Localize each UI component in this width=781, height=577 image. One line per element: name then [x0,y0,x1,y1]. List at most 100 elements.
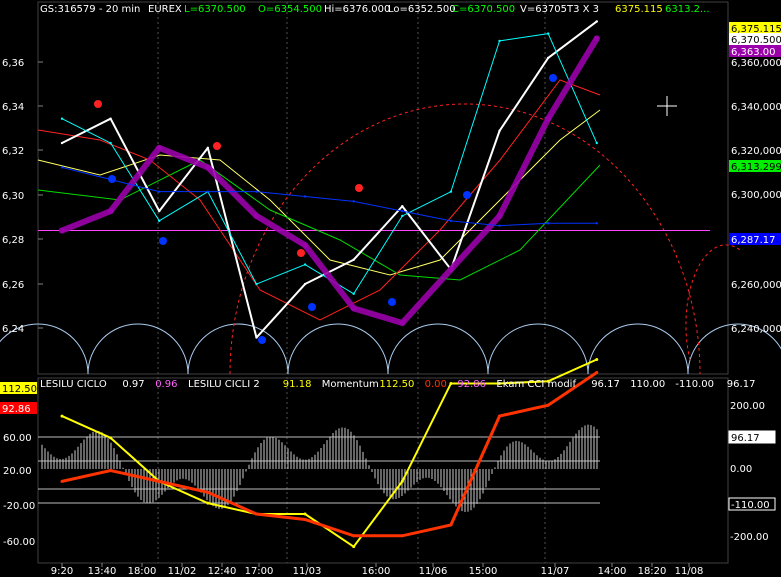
indicator-label: 0.96 [155,379,177,390]
indicator-point-1 [206,490,210,494]
series-point-0 [546,56,550,60]
price-marker: 6,287.17 [731,235,776,246]
x-axis-label: 12:40 [208,566,237,577]
series-point-3 [158,190,161,193]
indicator-label: 112.50 [379,379,414,390]
series-point-3 [60,166,64,169]
indicator-point-0 [595,358,599,361]
pivot-dot [94,100,102,108]
series-point-3 [352,200,355,203]
pivot-dot [159,237,167,245]
x-axis-label: 9:20 [51,566,73,577]
price-series [59,20,600,344]
series-point-0 [595,20,598,23]
indicator-point-1 [254,512,258,516]
price-right-tick: 6,340,000 [731,102,781,113]
series-point-2 [59,227,65,234]
pivot-dot [355,184,363,192]
pivot-dot [388,298,396,306]
indicator-point-1 [498,414,502,418]
header-high: Hi=6376.000 [324,4,390,15]
indicator-label: 96.17 [591,379,620,390]
indicator-label: -110.00 [675,379,714,390]
indicator-label: 91.18 [283,379,312,390]
header-study: T3 X 3 [566,4,599,15]
series-point-1 [449,190,453,193]
indicator-left-tick: 20.00 [3,466,32,477]
indicator-label: LESILU CICLI 2 [188,379,260,390]
series-point-1 [352,292,355,295]
series-point-0 [158,209,161,213]
chart-canvas[interactable]: 6,366,346,326,306,286,266,246,360,0006,3… [0,0,781,577]
series-point-1 [255,282,258,286]
series-point-2 [253,212,260,219]
cycle-arc [287,323,389,375]
series-point-3 [303,195,307,198]
indicator-point-1 [400,534,404,538]
header-close: C=6370.500 [452,4,515,15]
x-axis-label: 14:00 [598,566,627,577]
series-point-1 [109,141,112,145]
series-point-2 [545,115,552,122]
series-point-0 [303,282,307,286]
header-symbol: GS:316579 - 20 min [40,4,140,15]
x-axis-label: 18:00 [128,566,157,577]
indicator-label: 110.00 [630,379,665,390]
crosshair-cursor-icon [657,96,677,116]
series-point-1 [546,32,550,35]
indicator-label: Momentum [322,379,379,390]
price-left-tick: 6,26 [2,280,24,291]
series-point-3 [595,222,598,225]
series-point-2 [593,35,600,42]
indicator-point-0 [206,501,210,505]
pivot-dot [258,336,266,344]
price-left-tick: 6,28 [2,235,24,246]
x-axis-label: 11/08 [675,566,704,577]
price-marker: 6,370.500 [731,35,781,46]
series-point-3 [546,222,550,225]
indicator-point-0 [60,414,64,418]
price-left-tick: 6,34 [2,102,24,113]
series-point-1 [303,263,307,266]
x-axis-label: 18:20 [638,566,667,577]
price-marker: 6,313.299 [731,162,781,173]
indicator-point-1 [60,479,64,483]
price-left-tick: 6,32 [2,146,24,157]
price-left-tick: 6,36 [2,58,24,69]
price-right-tick: 6,260,000 [731,280,781,291]
series-point-1 [158,219,161,223]
pivot-dot [108,175,116,183]
series-point-1 [401,214,404,218]
series-point-2 [204,164,211,171]
series-point-1 [60,117,64,120]
pivot-dot [213,142,221,150]
series-point-3 [255,190,258,193]
indicator-point-0 [400,479,404,483]
cycle-arc-right [685,244,741,361]
x-axis-label: 11/07 [541,566,570,577]
pivot-dot [463,191,471,199]
pivot-dot [308,303,316,311]
grid [38,2,690,567]
series-point-3 [401,209,404,213]
indicator-point-1 [449,523,453,527]
series-point-2 [496,212,503,219]
indicator-right-tick: -200.00 [730,532,769,543]
series-point-0 [206,146,210,150]
series-point-0 [401,205,404,208]
series-line-1 [61,33,598,295]
cycle-arc [487,323,589,375]
series-point-2 [107,208,114,215]
series-point-3 [449,219,453,223]
indicator-left-tick: -60.00 [3,537,35,548]
indicator-label: LESILU CICLO [40,379,107,390]
indicator-point-1 [303,517,307,521]
indicator-point-0 [303,512,307,516]
series-point-3 [206,190,210,193]
indicator-label: 92.86 [457,379,486,390]
indicator-point-1 [595,371,599,375]
indicator-point-1 [157,479,161,483]
series-point-1 [498,39,501,43]
indicator-point-1 [546,403,550,407]
x-axis-label: 16:00 [362,566,391,577]
